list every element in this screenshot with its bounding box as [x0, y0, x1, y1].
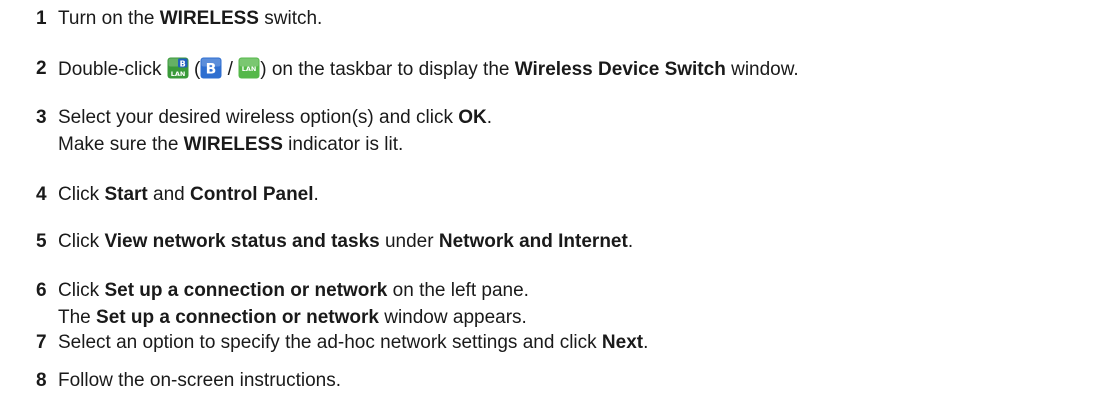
- svg-text:LAN: LAN: [170, 70, 185, 78]
- text-run: Double-click: [58, 59, 167, 80]
- text-run: Make sure the: [58, 134, 184, 155]
- step-text: Click Start and Control Panel.: [58, 183, 319, 207]
- text-run: under: [379, 231, 439, 252]
- text-run: Click: [58, 184, 105, 205]
- step-line: Turn on the WIRELESS switch.: [58, 7, 322, 31]
- step-text: Turn on the WIRELESS switch.: [58, 7, 322, 31]
- ui-term: OK: [458, 107, 487, 128]
- svg-text:B: B: [179, 59, 185, 68]
- step-line: Double-click B LAN (B / LAN) on the taskb…: [58, 57, 799, 81]
- step-line: The Set up a connection or network windo…: [58, 306, 529, 330]
- wireless-switch-icon: B LAN: [167, 57, 189, 79]
- text-run: .: [486, 107, 493, 128]
- step-number: 4: [36, 184, 47, 205]
- text-run: .: [643, 332, 649, 353]
- text-run: window.: [725, 59, 799, 80]
- step-line: Click View network status and tasks unde…: [58, 230, 633, 254]
- step-text: Select an option to specify the ad-hoc n…: [58, 331, 648, 355]
- text-run: Select an option to specify the ad-hoc n…: [58, 332, 602, 353]
- step-number: 6: [36, 280, 47, 301]
- step-line: Click Set up a connection or network on …: [58, 279, 529, 303]
- text-run: Click: [58, 280, 105, 301]
- ui-term: Next: [601, 332, 644, 353]
- ui-term: WIRELESS: [183, 134, 283, 155]
- step-text: Click View network status and tasks unde…: [58, 230, 633, 254]
- step-line: Select your desired wireless option(s) a…: [58, 106, 492, 130]
- step-text: Double-click B LAN (B / LAN) on the taskb…: [58, 57, 799, 81]
- text-run: The: [58, 307, 97, 328]
- step-number: 5: [36, 231, 47, 252]
- text-run: ) on the taskbar to display the: [260, 59, 515, 80]
- text-run: .: [627, 231, 634, 252]
- text-run: and: [147, 184, 191, 205]
- step-line: Follow the on-screen instructions.: [58, 369, 341, 393]
- ui-term: Set up a connection or network: [96, 307, 379, 328]
- bluetooth-icon: B: [200, 57, 222, 79]
- text-run: on the left pane.: [387, 280, 529, 301]
- ui-term: WIRELESS: [159, 8, 259, 29]
- wireless-lan-icon: LAN: [238, 57, 260, 79]
- text-run: indicator is lit.: [282, 134, 404, 155]
- step-text: Select your desired wireless option(s) a…: [58, 106, 492, 157]
- text-run: (: [188, 59, 201, 80]
- ui-term: Control Panel: [190, 184, 314, 205]
- text-run: Click: [58, 231, 105, 252]
- text-run: switch.: [258, 8, 323, 29]
- step-line: Click Start and Control Panel.: [58, 183, 319, 207]
- svg-text:LAN: LAN: [242, 65, 257, 73]
- ui-term: Network and Internet: [438, 231, 628, 252]
- ui-term: Start: [104, 184, 148, 205]
- step-number: 3: [36, 107, 47, 128]
- step-line: Select an option to specify the ad-hoc n…: [58, 331, 648, 355]
- step-number: 8: [36, 370, 47, 391]
- svg-text:B: B: [206, 62, 217, 78]
- step-text: Click Set up a connection or network on …: [58, 279, 529, 330]
- text-run: Turn on the: [58, 8, 160, 29]
- text-run: Follow the on-screen instructions.: [58, 370, 342, 391]
- text-run: /: [222, 59, 239, 80]
- step-text: Follow the on-screen instructions.: [58, 369, 341, 393]
- ui-term: View network status and tasks: [104, 231, 380, 252]
- ui-term: Set up a connection or network: [104, 280, 388, 301]
- text-run: Select your desired wireless option(s) a…: [58, 107, 459, 128]
- step-number: 7: [36, 332, 47, 353]
- step-number: 2: [36, 58, 47, 79]
- text-run: window appears.: [378, 307, 527, 328]
- step-line: Make sure the WIRELESS indicator is lit.: [58, 133, 492, 157]
- ui-term: Wireless Device Switch: [514, 59, 726, 80]
- step-number: 1: [36, 8, 47, 29]
- instruction-steps: 1 Turn on the WIRELESS switch. 2 Double-…: [0, 0, 1107, 399]
- text-run: .: [313, 184, 319, 205]
